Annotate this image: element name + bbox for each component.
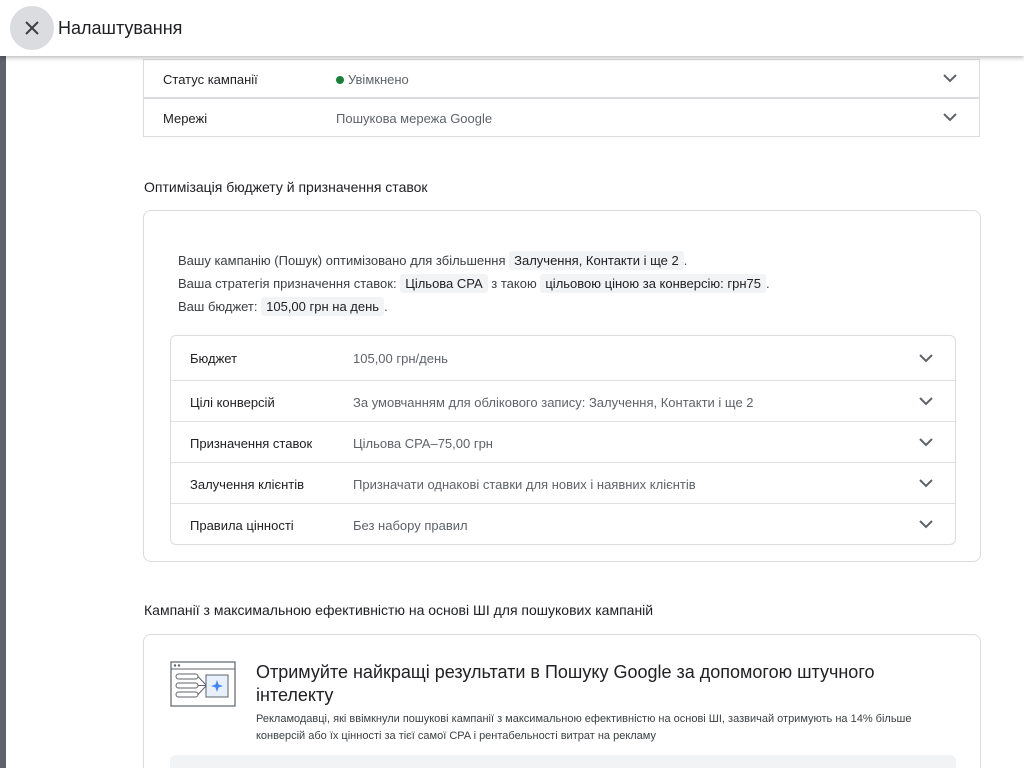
customer-acquisition-row[interactable]: Залучення клієнтів Призначати однакові с…	[171, 462, 955, 503]
conversion-goals-label: Цілі конверсій	[190, 395, 275, 410]
budget-value: 105,00 грн/день	[353, 351, 448, 366]
bidding-value: Цільова CPA–75,00 грн	[353, 436, 493, 451]
campaign-status-row[interactable]: Статус кампанії Увімкнено	[143, 59, 980, 98]
ai-section-title: Кампанії з максимальною ефективністю на …	[144, 602, 654, 618]
campaign-status-label: Статус кампанії	[163, 72, 258, 87]
bid-strategy-chip: Цільова CPA	[400, 274, 488, 293]
conversion-goals-value: За умовчанням для облікового запису: Зал…	[353, 395, 754, 410]
budget-row[interactable]: Бюджет 105,00 грн/день	[171, 336, 955, 380]
ai-card-description: Рекламодавці, які ввімкнули пошукові кам…	[256, 713, 912, 742]
summary-punct: .	[765, 276, 770, 291]
chevron-down-icon[interactable]	[919, 354, 933, 363]
value-rules-value: Без набору правил	[353, 518, 468, 533]
summary-text: з такою	[491, 276, 537, 291]
campaign-status-value: Увімкнено	[336, 72, 409, 87]
budget-settings-table: Бюджет 105,00 грн/день Цілі конверсій За…	[170, 335, 956, 545]
optimization-goals-chip: Залучення, Контакти і ще 2	[509, 251, 684, 270]
settings-content: Статус кампанії Увімкнено Мережі Пошуков…	[6, 56, 1024, 768]
close-icon	[25, 21, 39, 35]
summary-text: Вашу кампанію (Пошук) оптимізовано для з…	[178, 253, 506, 268]
summary-line-optimization: Вашу кампанію (Пошук) оптимізовано для з…	[178, 249, 770, 272]
budget-chip: 105,00 грн на день	[261, 297, 385, 316]
ai-search-illustration-icon	[170, 661, 236, 707]
chevron-down-icon[interactable]	[919, 479, 933, 488]
bidding-row[interactable]: Призначення ставок Цільова CPA–75,00 грн	[171, 421, 955, 462]
networks-row[interactable]: Мережі Пошукова мережа Google	[143, 98, 980, 137]
summary-punct: .	[384, 299, 388, 314]
ai-max-card: Отримуйте найкращі результати в Пошуку G…	[143, 634, 981, 768]
summary-punct: .	[683, 253, 688, 268]
budget-summary: Вашу кампанію (Пошук) оптимізовано для з…	[178, 249, 770, 318]
ai-card-footer-panel	[170, 755, 956, 768]
value-rules-row[interactable]: Правила цінності Без набору правил	[171, 503, 955, 544]
chevron-down-icon[interactable]	[919, 520, 933, 529]
customer-acquisition-label: Залучення клієнтів	[190, 477, 305, 492]
summary-text: Ваша стратегія призначення ставок:	[178, 276, 397, 291]
chevron-down-icon[interactable]	[943, 74, 957, 83]
budget-section-title: Оптимізація бюджету й призначення ставок	[144, 179, 428, 195]
summary-line-budget: Ваш бюджет: 105,00 грн на день.	[178, 295, 770, 318]
close-button[interactable]	[10, 6, 54, 50]
bidding-label: Призначення ставок	[190, 436, 313, 451]
summary-line-strategy: Ваша стратегія призначення ставок: Цільо…	[178, 272, 770, 295]
networks-value: Пошукова мережа Google	[336, 111, 493, 126]
header-bar: Налаштування	[0, 0, 1024, 56]
chevron-down-icon[interactable]	[919, 397, 933, 406]
page-title: Налаштування	[58, 18, 183, 38]
chevron-down-icon[interactable]	[943, 113, 957, 122]
conversion-goals-row[interactable]: Цілі конверсій За умовчанням для обліков…	[171, 380, 955, 421]
summary-text: Ваш бюджет:	[178, 299, 258, 314]
budget-bidding-card: Вашу кампанію (Пошук) оптимізовано для з…	[143, 210, 981, 562]
networks-label: Мережі	[163, 111, 208, 126]
value-rules-label: Правила цінності	[190, 518, 294, 533]
ai-card-heading: Отримуйте найкращі результати в Пошуку G…	[256, 662, 875, 705]
campaign-status-text: Увімкнено	[348, 72, 409, 87]
customer-acquisition-value: Призначати однакові ставки для нових і н…	[353, 477, 696, 492]
status-dot-icon	[336, 75, 344, 84]
budget-label: Бюджет	[190, 351, 238, 366]
target-cpa-chip: цільовою ціною за конверсію: грн75	[540, 274, 766, 293]
chevron-down-icon[interactable]	[919, 438, 933, 447]
